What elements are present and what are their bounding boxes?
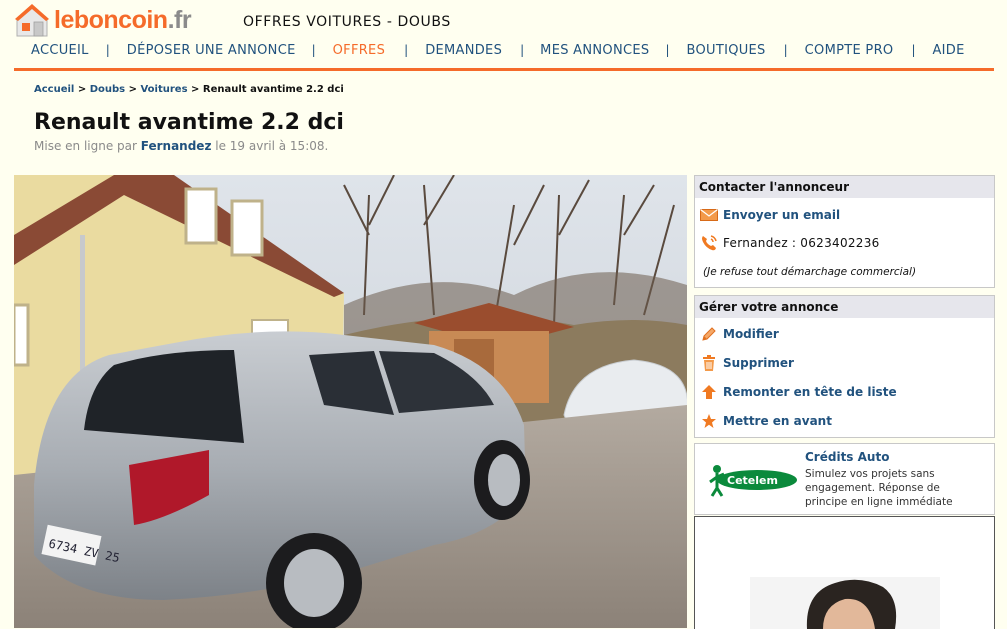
author-link[interactable]: Fernandez (141, 139, 212, 153)
listing-photo[interactable]: 6734 ZV 25 (14, 175, 687, 628)
pencil-icon (699, 326, 719, 342)
feature-label: Mettre en avant (723, 414, 832, 428)
breadcrumb-separator: > (191, 84, 200, 95)
nav-separator: | (665, 43, 670, 57)
send-email-label: Envoyer un email (723, 208, 841, 222)
nav-separator: | (105, 43, 110, 57)
modify-label: Modifier (723, 327, 779, 341)
credit-auto-box[interactable]: Cetelem Crédits Auto Simulez vos projets… (694, 443, 995, 515)
breadcrumb: Accueil > Doubs > Voitures > Renault ava… (34, 84, 344, 95)
phone-owner: Fernandez (723, 236, 788, 250)
breadcrumb-accueil[interactable]: Accueil (34, 84, 74, 95)
delete-listing-link[interactable]: Supprimer (695, 352, 994, 374)
breadcrumb-voitures[interactable]: Voitures (140, 84, 187, 95)
logo-wordmark: leboncoin.fr (54, 5, 192, 34)
nav-separator: | (783, 43, 788, 57)
no-solicitation-note: (Je refuse tout démarchage commercial) (703, 266, 917, 278)
modify-listing-link[interactable]: Modifier (695, 323, 994, 345)
nav-compte-pro[interactable]: COMPTE PRO (805, 43, 894, 58)
advertisement-banner[interactable] (694, 516, 995, 629)
header-divider (14, 68, 994, 71)
feature-listing-link[interactable]: Mettre en avant (695, 410, 994, 432)
manage-box-title: Gérer votre annonce (695, 296, 994, 318)
cetelem-logo-text: Cetelem (727, 474, 778, 487)
nav-separator: | (311, 43, 316, 57)
nav-separator: | (911, 43, 916, 57)
house-logo-icon (14, 2, 50, 38)
nav-separator: | (404, 43, 409, 57)
bump-listing-link[interactable]: Remonter en tête de liste (695, 381, 994, 403)
nav-separator: | (520, 43, 525, 57)
credit-auto-description: Simulez vos projets sans engagement. Rép… (805, 468, 953, 508)
star-icon (699, 413, 719, 429)
delete-label: Supprimer (723, 356, 794, 370)
contact-box: Contacter l'annonceur Envoyer un email F… (694, 175, 995, 288)
nav-boutiques[interactable]: BOUTIQUES (686, 43, 765, 58)
breadcrumb-separator: > (77, 84, 87, 95)
leboncoin-logo[interactable]: leboncoin.fr (14, 2, 192, 38)
nav-offres[interactable]: OFFRES (333, 43, 386, 58)
posted-prefix: Mise en ligne par (34, 139, 137, 153)
bump-label: Remonter en tête de liste (723, 385, 897, 399)
listing-title: Renault avantime 2.2 dci (34, 110, 344, 135)
send-email-link[interactable]: Envoyer un email (695, 204, 994, 226)
contact-box-title: Contacter l'annonceur (695, 176, 994, 198)
trash-icon (699, 355, 719, 371)
phone-row: Fernandez : 0623402236 (695, 232, 994, 254)
arrow-up-icon (699, 384, 719, 400)
page-heading: OFFRES VOITURES - DOUBS (243, 14, 451, 30)
nav-accueil[interactable]: ACCUEIL (31, 43, 89, 58)
manage-box: Gérer votre annonce Modifier Supprimer R… (694, 295, 995, 438)
cetelem-logo: Cetelem (705, 460, 797, 500)
phone-number[interactable]: 0623402236 (800, 236, 879, 250)
posted-date: le 19 avril à 15:08. (215, 139, 329, 153)
breadcrumb-doubs[interactable]: Doubs (90, 84, 125, 95)
main-nav: ACCUEIL | DÉPOSER UNE ANNONCE | OFFRES |… (14, 41, 994, 59)
phone-icon (699, 235, 719, 251)
phone-separator: : (791, 236, 797, 250)
envelope-icon (699, 207, 719, 223)
nav-mes-annonces[interactable]: MES ANNONCES (540, 43, 649, 58)
breadcrumb-separator: > (128, 84, 137, 95)
nav-deposer-annonce[interactable]: DÉPOSER UNE ANNONCE (127, 43, 296, 58)
nav-aide[interactable]: AIDE (932, 43, 964, 58)
breadcrumb-current: Renault avantime 2.2 dci (202, 84, 344, 95)
listing-posted-info: Mise en ligne par Fernandez le 19 avril … (34, 139, 328, 153)
credit-auto-title: Crédits Auto (805, 450, 890, 464)
nav-demandes[interactable]: DEMANDES (425, 43, 502, 58)
